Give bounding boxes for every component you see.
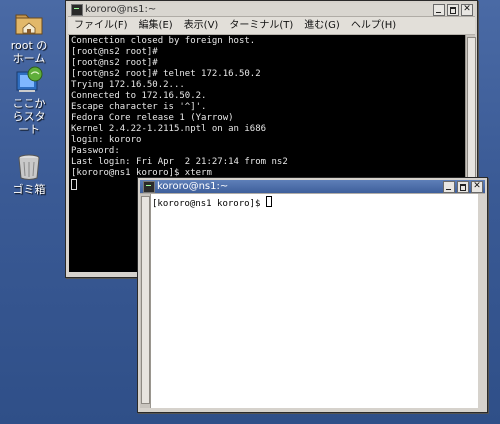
desktop-icon-home-label: root の ホーム	[10, 39, 48, 65]
terminal-line: [root@ns2 root]# telnet 172.16.50.2	[71, 69, 261, 79]
desktop-icon-home[interactable]: root の ホーム	[0, 6, 58, 65]
menu-terminal[interactable]: ターミナル(T)	[223, 17, 298, 34]
terminal-icon[interactable]	[71, 4, 83, 16]
menu-bar: ファイル(F) 編集(E) 表示(V) ターミナル(T) 進む(G) ヘルプ(H)	[68, 17, 475, 35]
terminal-line: login: kororo	[71, 135, 142, 145]
title-bar[interactable]: kororo@ns1:~ ✕	[68, 3, 475, 17]
menu-file[interactable]: ファイル(F)	[68, 17, 133, 34]
text-cursor	[265, 196, 272, 207]
close-button[interactable]: ✕	[461, 4, 473, 16]
title-bar[interactable]: kororo@ns1:~ ✕	[140, 180, 485, 194]
terminal-line: Kernel 2.4.22-1.2115.nptl on an i686	[71, 124, 267, 134]
menu-help[interactable]: ヘルプ(H)	[345, 17, 401, 34]
start-here-icon	[13, 64, 45, 96]
desktop-icon-start-here[interactable]: ここか らスタ ート	[0, 64, 58, 136]
vertical-scrollbar[interactable]	[140, 194, 151, 408]
menu-view[interactable]: 表示(V)	[178, 17, 224, 34]
home-folder-icon	[13, 6, 45, 38]
terminal-line: Connection closed by foreign host.	[71, 36, 256, 46]
terminal-line: [root@ns2 root]#	[71, 58, 158, 68]
window-title: kororo@ns1:~	[157, 181, 229, 192]
terminal-line: [root@ns2 root]#	[71, 47, 158, 57]
text-cursor	[71, 179, 77, 190]
terminal-line: Escape character is '^]'.	[71, 102, 207, 112]
minimize-button[interactable]	[443, 181, 455, 193]
trash-icon	[13, 150, 45, 182]
maximize-button[interactable]	[447, 4, 459, 16]
close-button[interactable]: ✕	[471, 181, 483, 193]
menu-go[interactable]: 進む(G)	[298, 17, 345, 34]
terminal-line: Connected to 172.16.50.2.	[71, 91, 207, 101]
xterm-window: kororo@ns1:~ ✕ [kororo@ns1 kororo]$	[137, 177, 488, 413]
window-title: kororo@ns1:~	[85, 4, 157, 15]
desktop-icon-trash[interactable]: ゴミ箱	[0, 150, 58, 196]
minimize-button[interactable]	[433, 4, 445, 16]
terminal-line: Trying 172.16.50.2...	[71, 80, 185, 90]
menu-edit[interactable]: 編集(E)	[133, 17, 178, 34]
desktop-icon-trash-label: ゴミ箱	[12, 183, 46, 196]
scrollbar-thumb[interactable]	[141, 196, 150, 404]
desktop-icon-start-here-label: ここか らスタ ート	[12, 97, 46, 136]
terminal-icon[interactable]	[143, 181, 155, 193]
terminal-line: Password:	[71, 146, 120, 156]
maximize-button[interactable]	[457, 181, 469, 193]
terminal-line: Fedora Core release 1 (Yarrow)	[71, 113, 234, 123]
shell-prompt: [kororo@ns1 kororo]$	[152, 199, 266, 209]
xterm-output[interactable]: [kororo@ns1 kororo]$	[151, 194, 478, 408]
terminal-line: Last login: Fri Apr 2 21:27:14 from ns2	[71, 157, 288, 167]
